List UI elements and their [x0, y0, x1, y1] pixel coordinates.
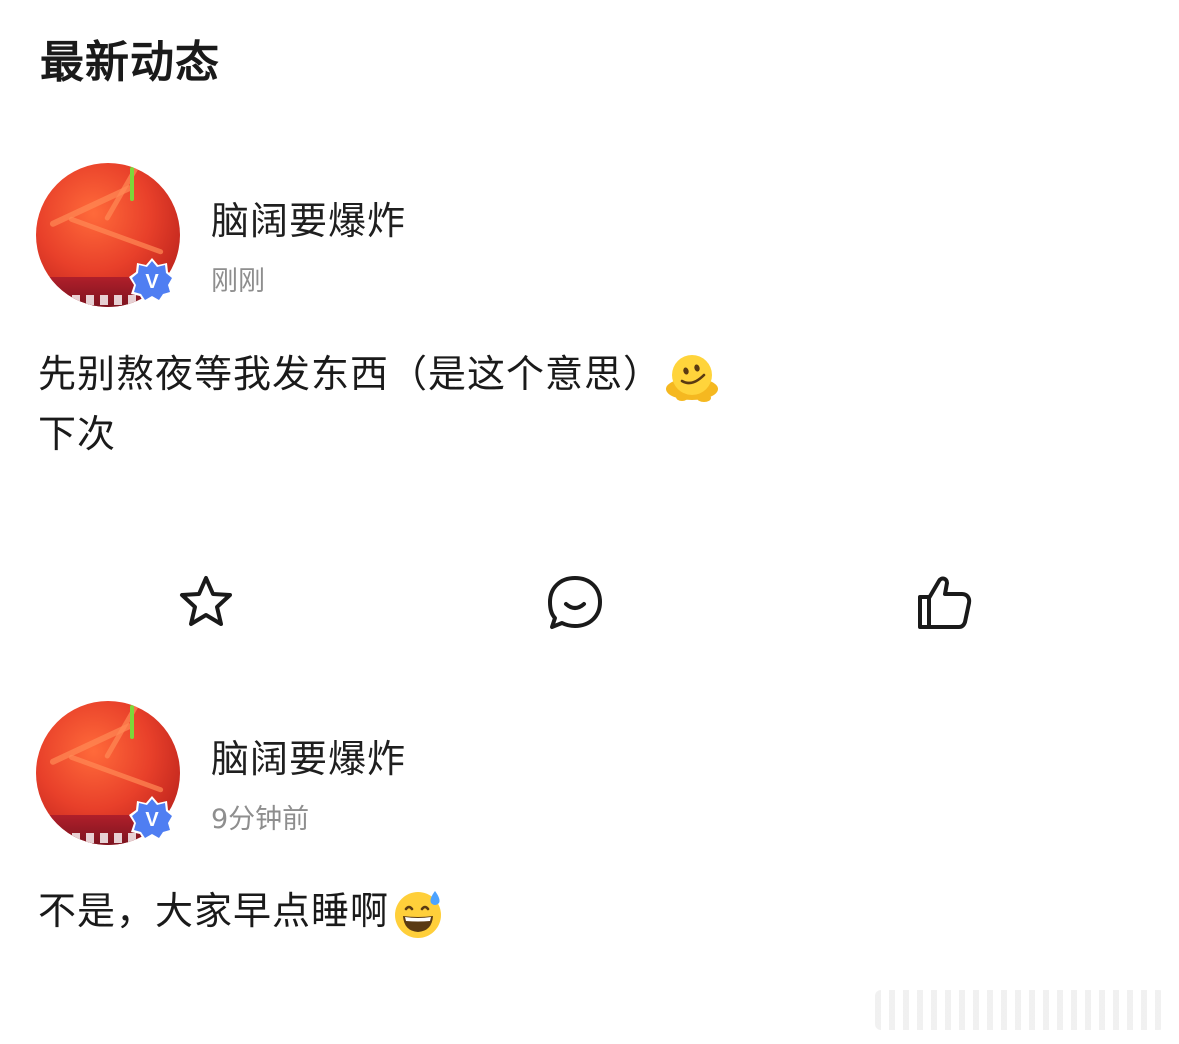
comment-button[interactable] [545, 573, 605, 633]
star-icon [180, 576, 232, 626]
verified-badge-icon: V [129, 258, 175, 303]
username[interactable]: 脑阔要爆炸 [211, 190, 406, 245]
watermark [875, 990, 1165, 1030]
thumbs-up-icon [918, 576, 972, 629]
timestamp: 9分钟前 [211, 804, 310, 835]
like-button[interactable] [914, 572, 974, 632]
favorite-button[interactable] [176, 572, 236, 632]
username[interactable]: 脑阔要爆炸 [211, 728, 406, 783]
verified-badge-icon: V [129, 796, 175, 841]
svg-text:V: V [145, 271, 159, 293]
grinning-sweat-emoji [395, 890, 442, 938]
comment-bubble-icon [548, 576, 602, 629]
post-text-line: 先别熬夜等我发东西（是这个意思） [38, 352, 663, 396]
svg-text:V: V [145, 809, 159, 831]
timestamp: 刚刚 [211, 266, 265, 297]
post-text: 不是，大家早点睡啊 [38, 882, 445, 941]
section-title: 最新动态 [40, 37, 220, 88]
melting-face-emoji [666, 354, 719, 402]
post-text-line: 下次 [38, 411, 117, 456]
post-text-line: 不是，大家早点睡啊 [38, 889, 390, 933]
post-text: 先别熬夜等我发东西（是这个意思） 下次 [38, 345, 720, 463]
